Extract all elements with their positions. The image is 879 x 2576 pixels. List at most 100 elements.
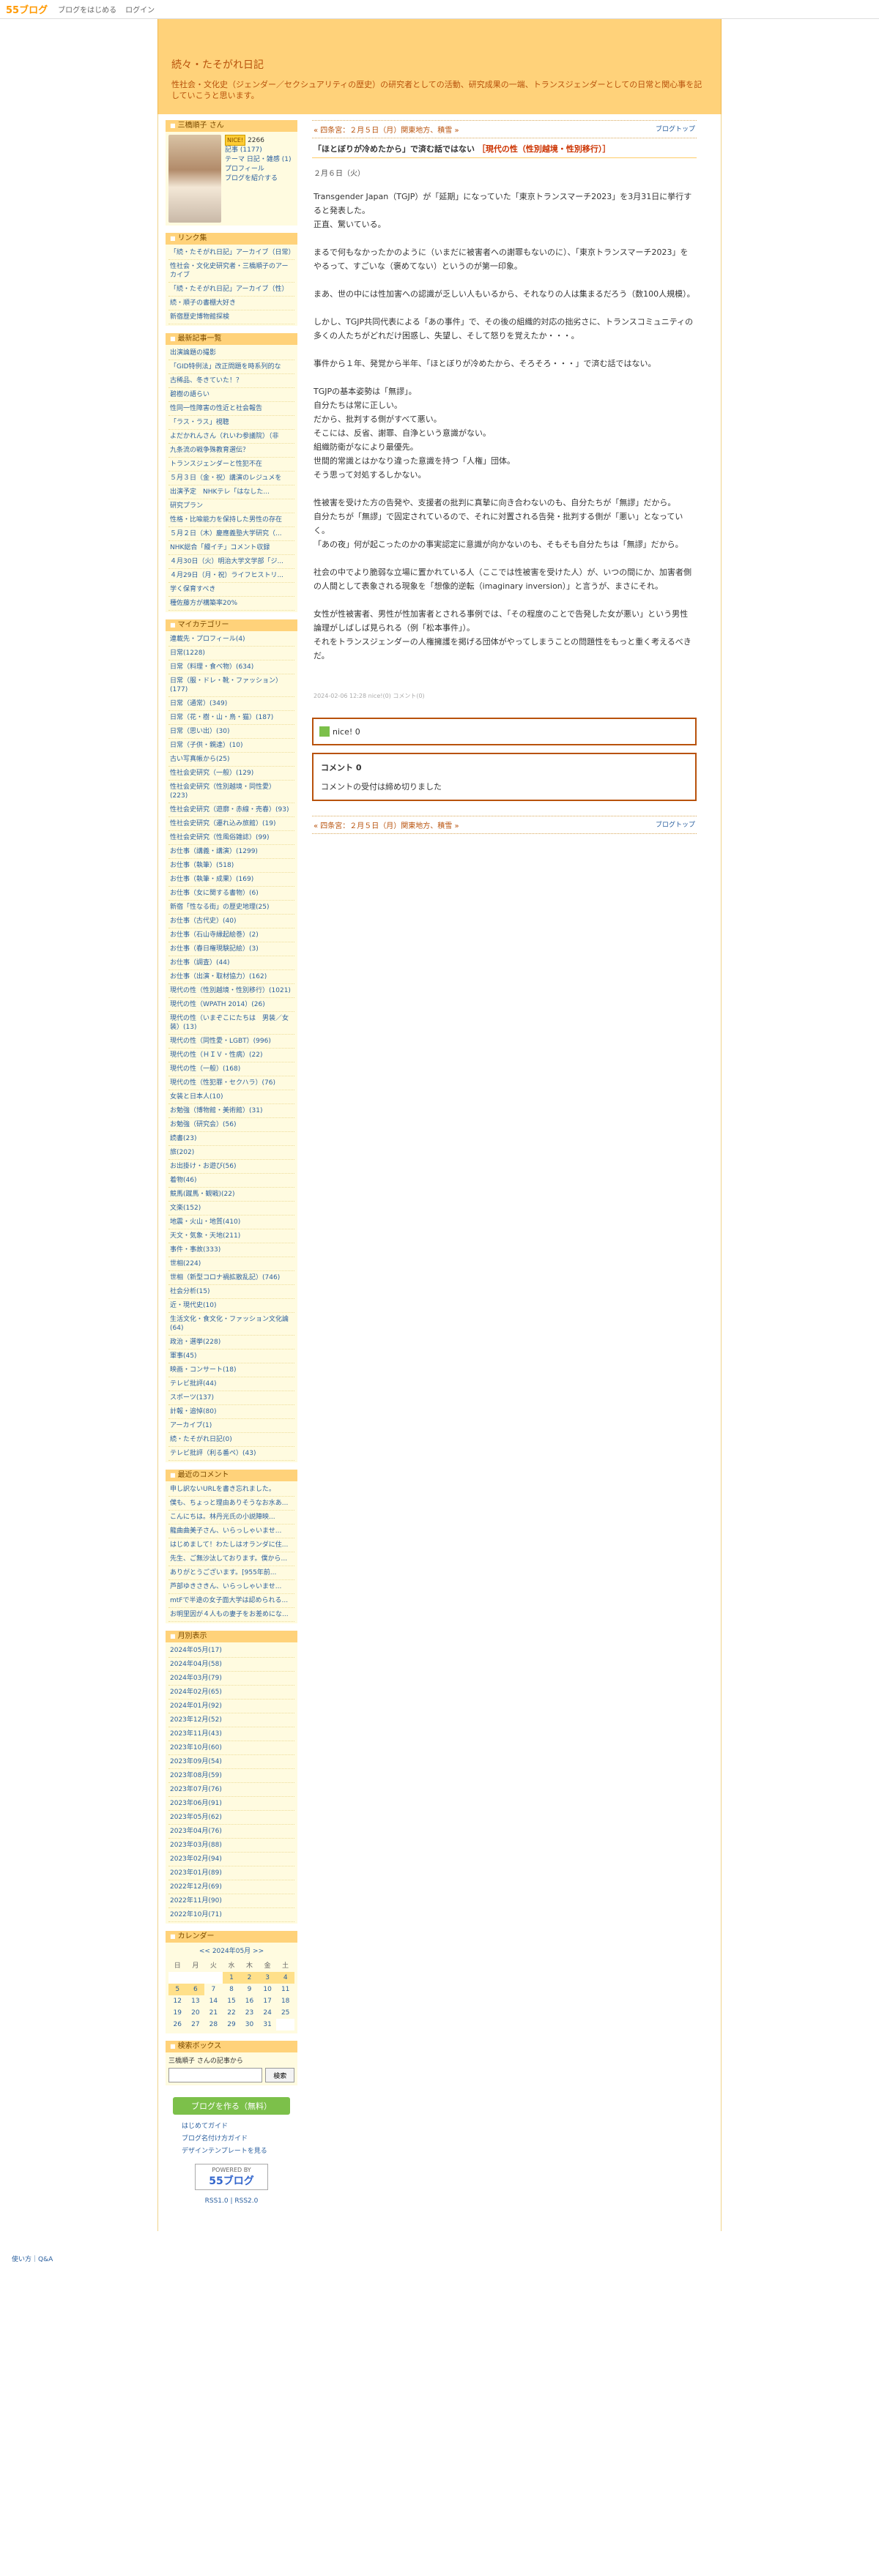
calendar-day[interactable]: 23 bbox=[240, 2007, 259, 2019]
category-item[interactable]: 地震・火山・地質(410) bbox=[168, 1216, 294, 1229]
calendar-day[interactable]: 24 bbox=[259, 2007, 277, 2019]
archive-month-item[interactable]: 2023年03月(88) bbox=[168, 1839, 294, 1853]
archive-month-item[interactable]: 2023年01月(89) bbox=[168, 1866, 294, 1880]
recent-comment-item[interactable]: 先生、ご無沙汰しております。僕から... bbox=[168, 1552, 294, 1566]
archive-month-item[interactable]: 2024年03月(79) bbox=[168, 1672, 294, 1686]
calendar-day[interactable]: 1 bbox=[222, 1972, 241, 1984]
calendar-day[interactable]: 27 bbox=[187, 2019, 205, 2030]
category-item[interactable]: 現代の性（同性愛・LGBT）(996) bbox=[168, 1035, 294, 1049]
archive-month-item[interactable]: 2023年09月(54) bbox=[168, 1755, 294, 1769]
category-item[interactable]: 旅(202) bbox=[168, 1146, 294, 1160]
recent-entry-item[interactable]: 研究プラン bbox=[168, 499, 294, 513]
calendar-day[interactable]: 30 bbox=[240, 2019, 259, 2030]
category-item[interactable]: 女装と日本人(10) bbox=[168, 1090, 294, 1104]
calendar-day[interactable]: 20 bbox=[187, 2007, 205, 2019]
category-item[interactable]: お仕事（講義・講演）(1299) bbox=[168, 845, 294, 859]
category-item[interactable]: 日常(1228) bbox=[168, 647, 294, 660]
recent-entry-item[interactable]: 「ラス・ラス」視聴 bbox=[168, 416, 294, 430]
category-item[interactable]: 天文・気象・天地(211) bbox=[168, 1229, 294, 1243]
category-item[interactable]: 日常（思い出）(30) bbox=[168, 725, 294, 739]
blog-top-link-bottom[interactable]: ブログトップ bbox=[656, 819, 695, 830]
category-item[interactable]: お出掛け・お遊び(56) bbox=[168, 1160, 294, 1174]
archive-month-item[interactable]: 2023年08月(59) bbox=[168, 1769, 294, 1783]
calendar-day[interactable]: 17 bbox=[259, 1995, 277, 2007]
nice-icon[interactable] bbox=[319, 726, 330, 737]
archive-month-item[interactable]: 2023年02月(94) bbox=[168, 1853, 294, 1866]
archive-month-item[interactable]: 2023年12月(52) bbox=[168, 1713, 294, 1727]
category-item[interactable]: 世相（新型コロナ禍拡散乱記）(746) bbox=[168, 1271, 294, 1285]
category-item[interactable]: お仕事（古代史）(40) bbox=[168, 915, 294, 928]
category-item[interactable]: 世相(224) bbox=[168, 1257, 294, 1271]
theme-link[interactable]: テーマ 日記・雑感 (1) bbox=[225, 156, 291, 163]
entry-title-text[interactable]: 「ほとぼりが冷めたから」で済む話ではない bbox=[314, 144, 475, 154]
prev-entry-link[interactable]: « 四条宮：２月５日（月）関東地方、積雪 » bbox=[314, 124, 459, 135]
archive-month-item[interactable]: 2024年02月(65) bbox=[168, 1686, 294, 1700]
profile-link[interactable]: プロフィール bbox=[225, 165, 264, 173]
category-item[interactable]: 性社会史研究（遊廓・赤線・売春）(93) bbox=[168, 803, 294, 817]
archive-month-item[interactable]: 2022年10月(71) bbox=[168, 1908, 294, 1922]
category-item[interactable]: 性社会史研究（一般）(129) bbox=[168, 767, 294, 781]
category-item[interactable]: 現代の性（一般）(168) bbox=[168, 1062, 294, 1076]
calendar-day[interactable]: 2 bbox=[240, 1972, 259, 1984]
recent-comment-item[interactable]: mtFで半途の女子面大学は認められる... bbox=[168, 1594, 294, 1608]
category-item[interactable]: 性社会史研究（性風俗雑誌）(99) bbox=[168, 831, 294, 845]
category-item[interactable]: 現代の性（ＨＩＶ・性病）(22) bbox=[168, 1049, 294, 1062]
recent-entry-item[interactable]: 出演予定 NHKテレ「はなした... bbox=[168, 485, 294, 499]
category-item[interactable]: 日常（子供・親達）(10) bbox=[168, 739, 294, 753]
link-item[interactable]: 新宿歴史博物館探検 bbox=[168, 310, 294, 324]
category-item[interactable]: スポーツ(137) bbox=[168, 1391, 294, 1405]
site-logo[interactable]: 55ブログ bbox=[6, 2, 48, 16]
recent-entry-item[interactable]: トランスジェンダーと性犯不在 bbox=[168, 458, 294, 472]
category-item[interactable]: お勉強（研究会）(56) bbox=[168, 1118, 294, 1132]
calendar-day[interactable]: 3 bbox=[258, 1972, 277, 1984]
calendar-day[interactable]: 11 bbox=[276, 1984, 294, 1995]
category-item[interactable]: 性社会史研究（性別越境・同性愛）(223) bbox=[168, 781, 294, 803]
category-item[interactable]: 続・たそがれ日記(0) bbox=[168, 1433, 294, 1447]
link-item[interactable]: 「続・たそがれ日記」アーカイブ（日常） bbox=[168, 246, 294, 260]
calendar-day[interactable]: 22 bbox=[223, 2007, 241, 2019]
category-item[interactable]: お仕事（女に関する書物）(6) bbox=[168, 887, 294, 901]
recent-comment-item[interactable]: はじめまして！わたしはオランダに住... bbox=[168, 1538, 294, 1552]
archive-month-item[interactable]: 2023年10月(60) bbox=[168, 1741, 294, 1755]
calendar-day[interactable]: 18 bbox=[276, 1995, 294, 2007]
calendar-day[interactable]: 29 bbox=[223, 2019, 241, 2030]
category-item[interactable]: 日常（料理・食べ物）(634) bbox=[168, 660, 294, 674]
category-item[interactable]: テレビ批評(44) bbox=[168, 1377, 294, 1391]
category-item[interactable]: 日常（花・樹・山・鳥・猫）(187) bbox=[168, 711, 294, 725]
category-item[interactable]: アーカイブ(1) bbox=[168, 1419, 294, 1433]
category-item[interactable]: お仕事（調査）(44) bbox=[168, 956, 294, 970]
category-item[interactable]: 文楽(152) bbox=[168, 1202, 294, 1216]
category-item[interactable]: 現代の性（いまぞこにたちは 男装／女装）(13) bbox=[168, 1012, 294, 1035]
category-item[interactable]: 読書(23) bbox=[168, 1132, 294, 1146]
category-item[interactable]: 映画・コンサート(18) bbox=[168, 1363, 294, 1377]
link-item[interactable]: 続・順子の書棚大好き bbox=[168, 297, 294, 310]
recent-comment-item[interactable]: 僕も、ちょっと理由ありそうなお水あ... bbox=[168, 1497, 294, 1511]
help-link[interactable]: 使い方｜Q&A bbox=[12, 2256, 53, 2263]
category-item[interactable]: テレビ批評（利る番ペ）(43) bbox=[168, 1447, 294, 1461]
naming-guide-link[interactable]: ブログ名付け方ガイド bbox=[173, 2132, 290, 2144]
recent-entry-item[interactable]: 種佐藤方が構築率20% bbox=[168, 597, 294, 611]
category-item[interactable]: お勉強（博物館・美術館）(31) bbox=[168, 1104, 294, 1118]
entry-category-tag[interactable]: ［現代の性（性別越境・性別移行）］ bbox=[478, 144, 611, 154]
recent-entry-item[interactable]: 性同一性障害の性近と社会報告 bbox=[168, 402, 294, 416]
category-item[interactable]: 性社会史研究（遷れ込み旅館）(19) bbox=[168, 817, 294, 831]
archive-month-item[interactable]: 2024年05月(17) bbox=[168, 1644, 294, 1658]
blog-title[interactable]: 続々・たそがれ日記 bbox=[171, 57, 708, 72]
search-button[interactable]: 検索 bbox=[265, 2068, 294, 2082]
category-item[interactable]: お仕事（執筆）(518) bbox=[168, 859, 294, 873]
category-item[interactable]: 日常（通常）(349) bbox=[168, 697, 294, 711]
calendar-day[interactable]: 9 bbox=[240, 1984, 259, 1995]
category-item[interactable]: 現代の性（性別越境・性別移行）(1021) bbox=[168, 984, 294, 998]
make-blog-button[interactable]: ブログを作る（無料） bbox=[173, 2097, 290, 2115]
calendar-day[interactable]: 15 bbox=[223, 1995, 241, 2007]
login-link[interactable]: ログイン bbox=[125, 4, 155, 15]
category-item[interactable]: 社会分析(15) bbox=[168, 1285, 294, 1299]
category-item[interactable]: 生活文化・食文化・ファッション文化論(64) bbox=[168, 1313, 294, 1336]
recent-entry-item[interactable]: ４月29日（月・祝）ライフヒストリ... bbox=[168, 569, 294, 583]
recent-entry-item[interactable]: 古稀品、冬きていた！？ bbox=[168, 374, 294, 388]
calendar-day[interactable]: 12 bbox=[168, 1995, 187, 2007]
search-input[interactable] bbox=[168, 2068, 263, 2082]
prev-entry-link-bottom[interactable]: « 四条宮：２月５日（月）関東地方、積雪 » bbox=[314, 819, 459, 830]
category-item[interactable]: 事件・事故(333) bbox=[168, 1243, 294, 1257]
category-item[interactable]: 軍事(45) bbox=[168, 1350, 294, 1363]
